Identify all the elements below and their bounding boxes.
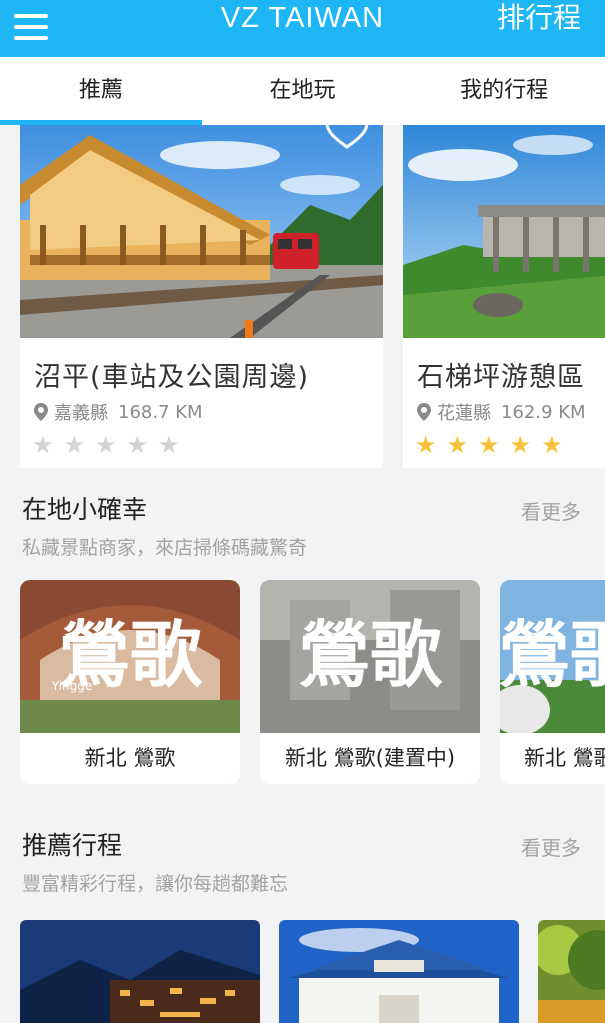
spot-county: 嘉義縣	[54, 403, 108, 424]
spot-distance: 162.9 KM	[501, 401, 586, 423]
tab-local[interactable]: 在地玩	[202, 57, 404, 125]
local-card[interactable]: 鶯歌 新北 鶯歌(建置中)	[260, 580, 480, 784]
section-local-title: 在地小確幸	[22, 495, 148, 524]
local-card-caption: 新北 鶯歌	[524, 746, 605, 770]
tab-my-trips[interactable]: 我的行程	[403, 57, 605, 125]
yingge-logo-small: Yingge	[51, 679, 92, 693]
top-app-bar: VZ TAIWAN 排行程	[0, 0, 605, 57]
star-rating: ★★★★★	[415, 431, 573, 459]
spot-location: 嘉義縣 168.7 KM	[34, 399, 203, 425]
section-local-more-link[interactable]: 看更多	[521, 496, 581, 525]
featured-card[interactable]: 石梯坪游憩區 花蓮縣 162.9 KM ★★★★★	[403, 125, 605, 468]
trip-card-image	[20, 920, 260, 1023]
spot-location: 花蓮縣 162.9 KM	[417, 399, 586, 425]
trip-cards-carousel	[0, 920, 605, 1023]
featured-card[interactable]: 沼平(車站及公園周邊) 嘉義縣 168.7 KM ★★★★★	[20, 125, 383, 468]
trip-card-image	[279, 920, 519, 1023]
app-screen: VZ TAIWAN 排行程 推薦 在地玩 我的行程 沼平(車站及公園周邊) 嘉義…	[0, 0, 605, 1023]
local-card[interactable]: 鶯歌 新北 鶯歌	[500, 580, 605, 784]
spot-photo	[20, 125, 383, 338]
local-card[interactable]: 鶯歌 Yingge 新北 鶯歌	[20, 580, 240, 784]
local-cards-carousel: 鶯歌 Yingge 新北 鶯歌 鶯歌 新北 鶯歌(建置中) 鶯 新北 鶯歌	[0, 580, 605, 785]
local-card-caption: 新北 鶯歌	[84, 746, 176, 770]
spot-county: 花蓮縣	[437, 403, 491, 424]
location-pin-icon	[34, 403, 48, 421]
section-trips-subtitle: 豐富精彩行程，讓你每趟都難忘	[22, 873, 289, 895]
spot-photo	[403, 125, 605, 338]
tab-bar: 推薦 在地玩 我的行程	[0, 57, 605, 125]
trip-card[interactable]	[538, 920, 605, 1023]
star-rating: ★★★★★	[32, 431, 190, 459]
trip-card[interactable]	[20, 920, 260, 1023]
spot-title: 石梯坪游憩區	[417, 362, 585, 393]
local-card-image: 鶯歌	[260, 580, 480, 733]
trip-card-image	[538, 920, 605, 1023]
spot-distance: 168.7 KM	[118, 401, 203, 423]
yingge-logo-text: 鶯歌	[298, 613, 443, 697]
tab-recommend[interactable]: 推薦	[0, 57, 202, 125]
section-trips-title: 推薦行程	[22, 831, 123, 860]
trip-card[interactable]	[279, 920, 519, 1023]
section-local-subtitle: 私藏景點商家，來店掃條碼藏驚奇	[22, 537, 308, 559]
favorite-heart-icon[interactable]	[323, 125, 371, 151]
local-card-image: 鶯歌 Yingge	[20, 580, 240, 733]
local-card-caption: 新北 鶯歌(建置中)	[284, 746, 456, 770]
yingge-logo-text: 鶯歌	[500, 613, 605, 697]
spot-title: 沼平(車站及公園周邊)	[34, 362, 310, 393]
local-card-image: 鶯歌	[500, 580, 605, 733]
section-trips-more-link[interactable]: 看更多	[521, 832, 581, 861]
featured-carousel: 沼平(車站及公園周邊) 嘉義縣 168.7 KM ★★★★★ 石梯坪游憩區 花蓮…	[0, 125, 605, 470]
plan-trip-button[interactable]: 排行程	[497, 0, 581, 36]
location-pin-icon	[417, 403, 431, 421]
